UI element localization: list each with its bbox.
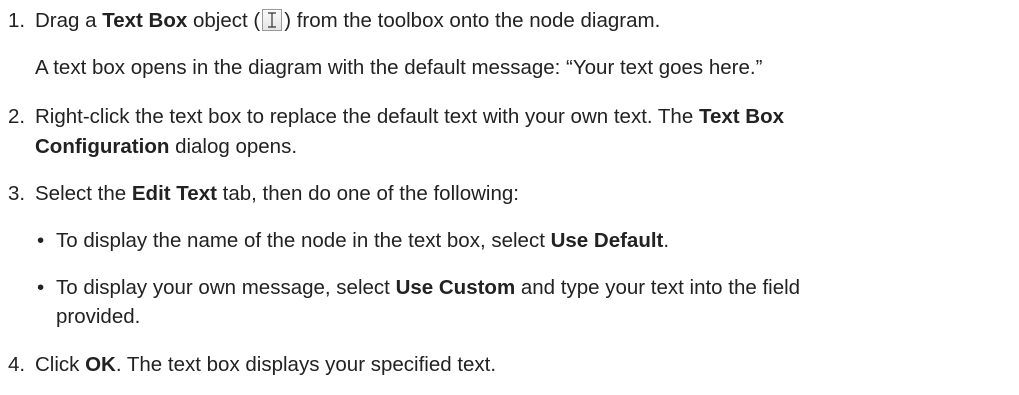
ui-term: Use Custom <box>395 276 516 299</box>
step-text: Select the Edit Text tab, then do one of… <box>35 182 519 205</box>
step-text: Right-click the text box to replace the … <box>35 105 784 128</box>
text-box-tool-icon <box>262 9 283 31</box>
step-text: Click OK. The text box displays your spe… <box>35 353 497 376</box>
ui-term: Edit Text <box>131 182 217 205</box>
bullet-text: To display your own message, select Use … <box>56 276 801 299</box>
instruction-document: 1. Drag a Text Box object () from the to… <box>8 9 801 376</box>
step-number: 4. <box>8 353 26 376</box>
ui-term: Text Box <box>698 105 784 128</box>
ui-term: Configuration <box>35 135 170 158</box>
ui-term: OK <box>85 353 116 376</box>
step-number: 1. <box>8 9 26 32</box>
step-number: 2. <box>8 105 26 128</box>
step-text: Drag a Text Box object () from the toolb… <box>35 9 661 32</box>
ui-term: Use Default <box>550 229 664 252</box>
step-number: 3. <box>8 182 26 205</box>
bullet-marker: • <box>37 276 45 299</box>
bullet-text: To display the name of the node in the t… <box>56 229 670 252</box>
ui-term: Text Box <box>102 9 188 32</box>
bullet-marker: • <box>37 229 45 252</box>
